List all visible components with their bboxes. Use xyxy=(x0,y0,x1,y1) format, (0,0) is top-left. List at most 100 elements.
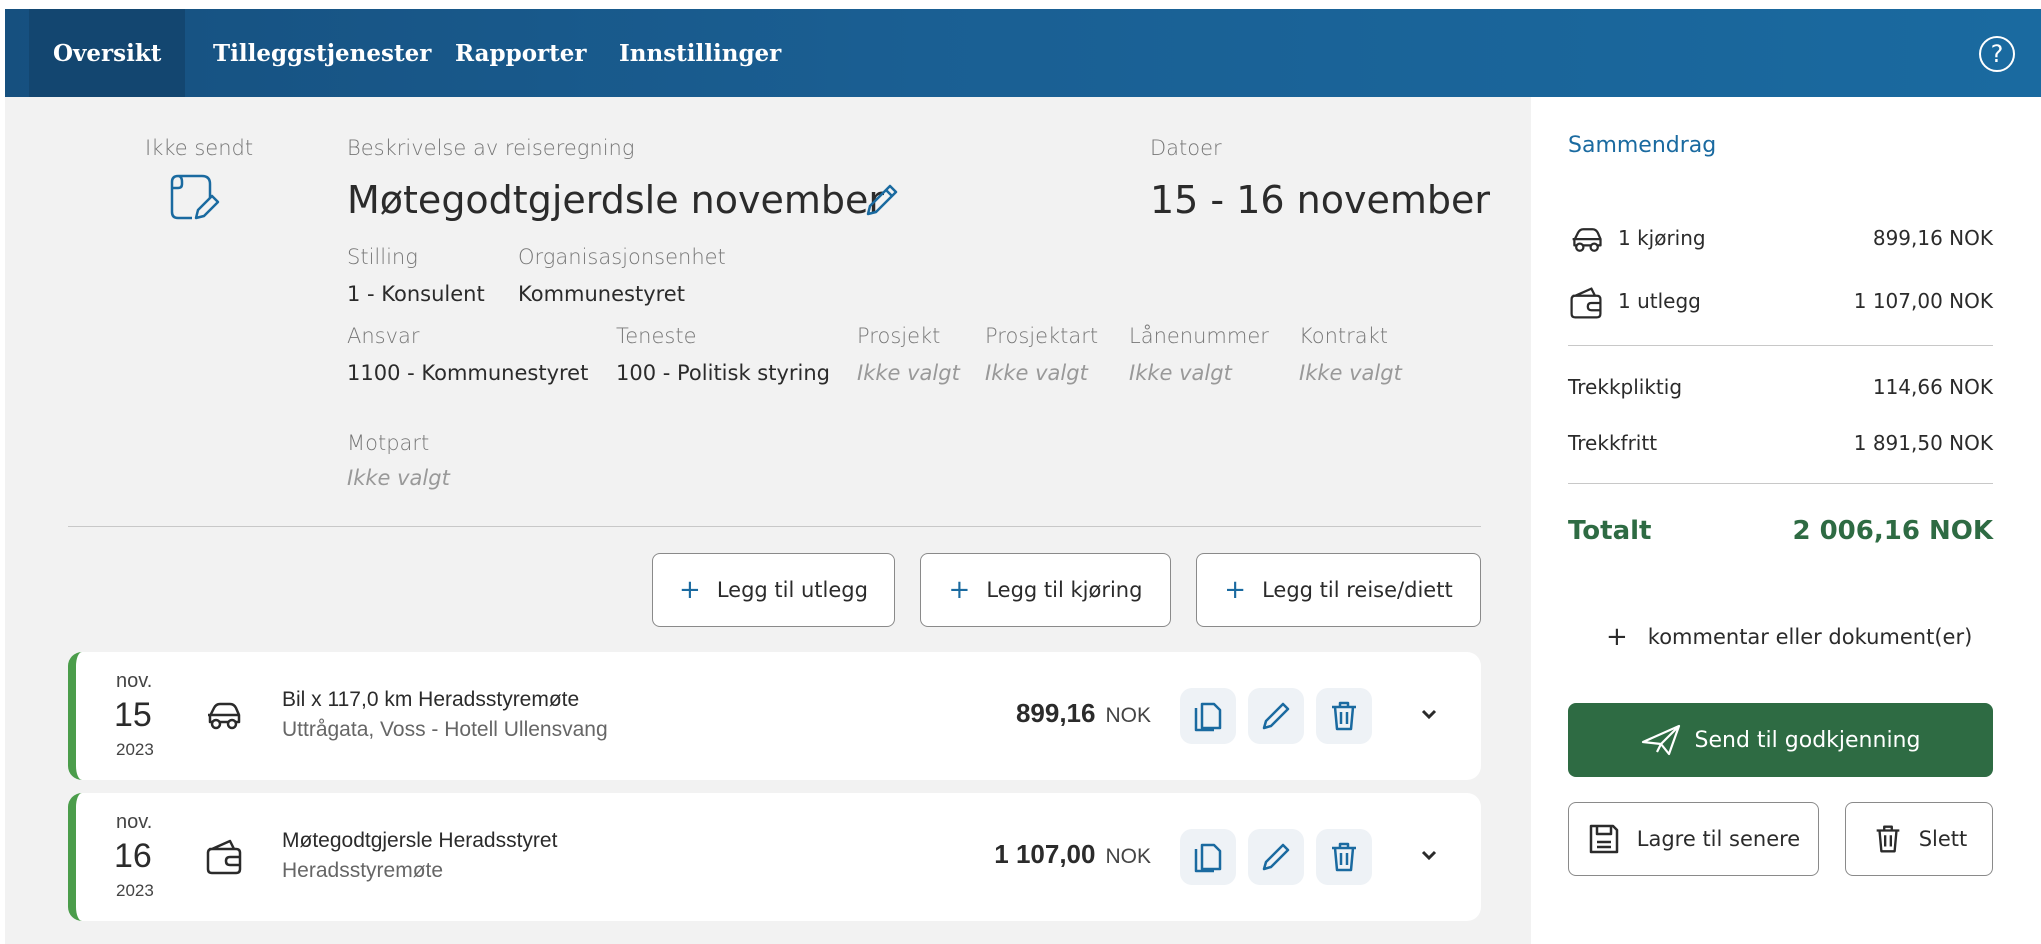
trash-icon xyxy=(1332,842,1356,872)
copy-icon xyxy=(1194,702,1222,732)
amount-currency: NOK xyxy=(1105,845,1151,868)
field-label-kontrakt: Kontrakt xyxy=(1299,324,1389,348)
entry-month: nov. xyxy=(116,811,153,833)
field-value-prosjekt: Ikke valgt xyxy=(857,361,960,385)
trash-icon xyxy=(1332,701,1356,731)
tab-label: Oversikt xyxy=(53,39,162,67)
button-label: Legg til utlegg xyxy=(716,578,868,602)
pencil-icon[interactable] xyxy=(862,180,902,220)
entry-subtitle: Heradsstyremøte xyxy=(282,859,444,882)
car-icon xyxy=(208,702,241,730)
summary-label: Trekkfritt xyxy=(1568,431,1658,455)
copy-button[interactable] xyxy=(1180,688,1236,744)
field-label-motpart: Motpart xyxy=(347,431,430,455)
question-circle-icon[interactable]: ? xyxy=(1979,36,2015,72)
edit-button[interactable] xyxy=(1248,829,1304,885)
tab-label: Innstillinger xyxy=(619,39,782,67)
entry-year: 2023 xyxy=(116,881,154,900)
summary-utlegg: 1 utlegg 1 107,00 NOK xyxy=(1568,287,1993,319)
field-value-ansvar: 1100 - Kommunestyret xyxy=(347,361,589,385)
comment-label: kommentar eller dokument(er) xyxy=(1647,625,1973,649)
document-edit-icon xyxy=(170,174,220,220)
total-amount: 2 006,16 NOK xyxy=(1792,516,1993,546)
entry-year: 2023 xyxy=(116,740,154,759)
plus-icon: + xyxy=(679,575,701,605)
save-icon xyxy=(1589,824,1619,854)
delete-button[interactable] xyxy=(1316,688,1372,744)
field-value-stilling: 1 - Konsulent xyxy=(347,282,485,306)
delete-button[interactable] xyxy=(1316,829,1372,885)
field-value-kontrakt: Ikke valgt xyxy=(1299,361,1402,385)
field-label-teneste: Teneste xyxy=(616,324,697,348)
field-label-organisasjonsenhet: Organisasjonsenhet xyxy=(518,245,726,269)
field-label-stilling: Stilling xyxy=(347,245,418,269)
plus-icon: + xyxy=(1224,575,1247,605)
entry-month: nov. xyxy=(116,670,153,692)
summary-label: 1 utlegg xyxy=(1618,289,1701,313)
summary-label: 1 kjøring xyxy=(1618,226,1706,250)
add-kjoring-button[interactable]: + Legg til kjøring xyxy=(920,553,1171,627)
wallet-icon xyxy=(1570,287,1602,319)
entry-day: 16 xyxy=(114,837,152,875)
dates-label: Datoer xyxy=(1150,136,1222,160)
edit-button[interactable] xyxy=(1248,688,1304,744)
list-item[interactable]: nov. 15 2023 Bil x 117,0 km Heradsstyrem… xyxy=(68,652,1481,780)
tab-rapporter[interactable]: Rapporter xyxy=(431,9,611,97)
summary-amount: 1 891,50 NOK xyxy=(1853,431,1993,455)
copy-button[interactable] xyxy=(1180,829,1236,885)
summary-amount: 114,66 NOK xyxy=(1872,375,1993,399)
tab-label: Tilleggstjenester xyxy=(213,39,432,67)
summary-total: Totalt 2 006,16 NOK xyxy=(1568,516,1993,552)
add-utlegg-button[interactable]: + Legg til utlegg xyxy=(652,553,895,627)
summary-label: Trekkpliktig xyxy=(1568,375,1683,399)
summary-divider xyxy=(1568,483,1993,484)
add-reise-button[interactable]: + Legg til reise/diett xyxy=(1196,553,1481,627)
chevron-down-icon[interactable] xyxy=(1417,702,1441,726)
field-value-motpart: Ikke valgt xyxy=(347,466,450,490)
button-label: Send til godkjenning xyxy=(1694,727,1921,753)
entry-title: Bil x 117,0 km Heradsstyremøte xyxy=(282,688,580,711)
field-label-prosjekt: Prosjekt xyxy=(857,324,941,348)
button-label: Legg til kjøring xyxy=(986,578,1143,602)
button-label: Legg til reise/diett xyxy=(1262,578,1453,602)
entry-title: Møtegodtgjersle Heradsstyret xyxy=(282,829,558,852)
pencil-icon xyxy=(1262,843,1290,871)
summary-divider xyxy=(1568,345,1993,346)
summary-amount: 899,16 NOK xyxy=(1872,226,1993,250)
section-divider xyxy=(68,526,1481,527)
entry-amount: 1 107,00 NOK xyxy=(994,839,1151,870)
field-value-teneste: 100 - Politisk styring xyxy=(616,361,830,385)
button-label: Slett xyxy=(1918,827,1968,851)
pencil-icon xyxy=(1262,702,1290,730)
summary-heading: Sammendrag xyxy=(1568,133,1717,158)
plus-icon: + xyxy=(1606,622,1628,652)
summary-trekkpliktig: Trekkpliktig 114,66 NOK xyxy=(1568,375,1993,405)
list-item[interactable]: nov. 16 2023 Møtegodtgjersle Heradsstyre… xyxy=(68,793,1481,921)
save-later-button[interactable]: Lagre til senere xyxy=(1568,802,1819,876)
summary-kjoring: 1 kjøring 899,16 NOK xyxy=(1568,226,1993,256)
field-label-ansvar: Ansvar xyxy=(347,324,420,348)
copy-icon xyxy=(1194,843,1222,873)
tab-label: Rapporter xyxy=(455,39,587,67)
report-title: Møtegodtgjerdsle november xyxy=(347,178,884,222)
entry-day: 15 xyxy=(114,696,152,734)
amount-value: 1 107,00 xyxy=(994,839,1096,869)
wallet-icon xyxy=(206,839,242,875)
chevron-down-icon[interactable] xyxy=(1417,843,1441,867)
field-label-lanenummer: Lånenummer xyxy=(1129,324,1269,348)
field-value-lanenummer: Ikke valgt xyxy=(1129,361,1232,385)
tab-innstillinger[interactable]: Innstillinger xyxy=(595,9,805,97)
total-label: Totalt xyxy=(1568,516,1652,546)
tab-oversikt[interactable]: Oversikt xyxy=(29,9,186,97)
entry-amount: 899,16 NOK xyxy=(1016,698,1151,729)
dates-value: 15 - 16 november xyxy=(1150,178,1490,222)
summary-trekkfritt: Trekkfritt 1 891,50 NOK xyxy=(1568,431,1993,461)
add-comment-button[interactable]: + kommentar eller dokument(er) xyxy=(1606,622,1972,652)
field-value-prosjektart: Ikke valgt xyxy=(985,361,1088,385)
delete-report-button[interactable]: Slett xyxy=(1845,802,1993,876)
tab-tilleggstjenester[interactable]: Tilleggstjenester xyxy=(189,9,455,97)
car-icon xyxy=(1572,228,1602,252)
send-for-approval-button[interactable]: Send til godkjenning xyxy=(1568,703,1993,777)
amount-value: 899,16 xyxy=(1015,698,1096,728)
paper-plane-icon xyxy=(1641,724,1680,756)
